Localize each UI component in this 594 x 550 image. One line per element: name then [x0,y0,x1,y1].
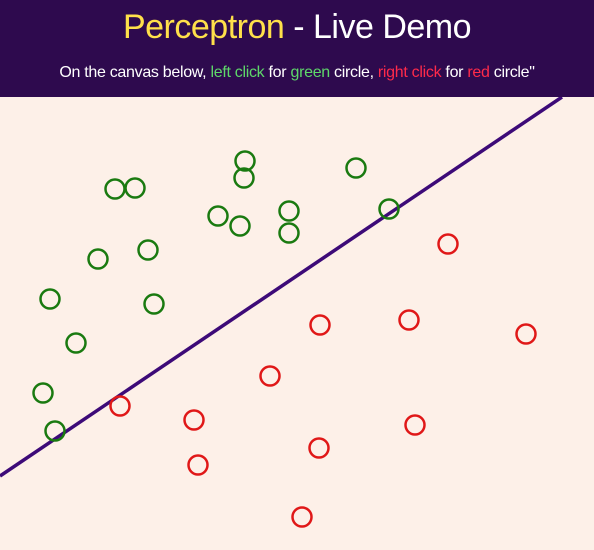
demo-canvas-area[interactable] [0,97,594,550]
instructions: On the canvas below, left click for gree… [0,62,594,84]
title-separator: - [284,8,314,46]
instructions-prefix: On the canvas below, [59,64,211,81]
instructions-for-1: for [264,64,291,81]
green-point [124,177,146,199]
red-point [259,365,281,387]
green-point [278,222,300,244]
header: Perceptron - Live Demo On the canvas bel… [0,0,594,97]
green-point [229,215,251,237]
instructions-for-2: for [441,64,468,81]
green-point [137,239,159,261]
perceptron-canvas[interactable] [0,97,594,550]
red-point [187,454,209,476]
title-perceptron: Perceptron [122,8,285,46]
red-point [404,414,426,436]
decision-boundary-line [0,97,563,478]
title-live-demo: Live Demo [313,8,472,46]
green-point [87,248,109,270]
red-point [309,314,331,336]
red-point [109,395,131,417]
instructions-circle-1: circle, [329,64,378,81]
instructions-circle-2: circle" [489,64,535,81]
green-point [39,288,61,310]
red-point [291,506,313,528]
instructions-right-click: right click [377,64,442,81]
page-title: Perceptron - Live Demo [0,6,594,48]
instructions-red: red [467,64,490,81]
green-point [345,157,367,179]
green-point [65,332,87,354]
green-point [278,200,300,222]
green-point [104,178,126,200]
red-point [515,323,537,345]
green-point [207,205,229,227]
red-point [308,437,330,459]
instructions-left-click: left click [210,64,265,81]
instructions-green: green [290,64,330,81]
green-point [143,293,165,315]
green-point [32,382,54,404]
red-point [183,409,205,431]
red-point [437,233,459,255]
red-point [398,309,420,331]
